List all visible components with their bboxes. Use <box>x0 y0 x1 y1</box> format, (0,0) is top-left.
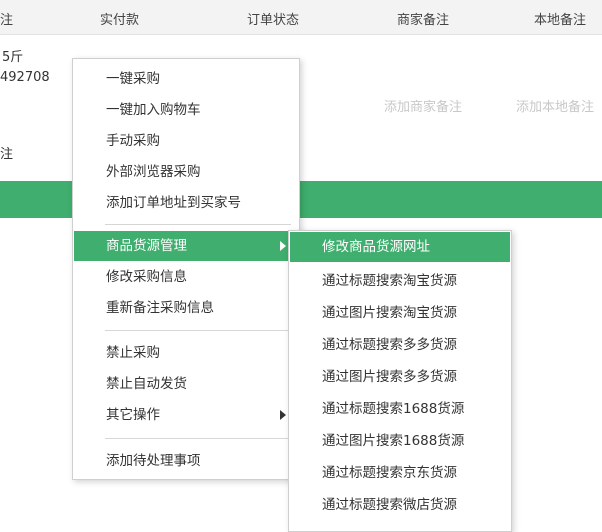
submenu-arrow-icon <box>280 241 286 251</box>
submenu-item-image-search-taobao[interactable]: 通过图片搜索淘宝货源 <box>290 298 510 328</box>
menu-separator <box>105 330 291 331</box>
menu-item-add-pending-task[interactable]: 添加待处理事项 <box>74 446 298 476</box>
menu-item-one-click-purchase[interactable]: 一键采购 <box>74 64 298 94</box>
submenu-item-image-search-duoduo[interactable]: 通过图片搜索多多货源 <box>290 362 510 392</box>
column-header-partial: 注 <box>0 13 14 28</box>
submenu-arrow-icon <box>280 410 286 420</box>
column-header-seller-note[interactable]: 商家备注 <box>397 9 449 28</box>
context-menu: 一键采购 一键加入购物车 手动采购 外部浏览器采购 添加订单地址到买家号 商品货… <box>72 58 300 480</box>
menu-item-add-to-cart[interactable]: 一键加入购物车 <box>74 95 298 125</box>
menu-item-product-source-management[interactable]: 商品货源管理 <box>74 231 298 261</box>
product-source-submenu: 修改商品货源网址 通过标题搜索淘宝货源 通过图片搜索淘宝货源 通过标题搜索多多货… <box>288 230 512 532</box>
column-header-local-note[interactable]: 本地备注 <box>534 9 586 28</box>
menu-separator <box>105 438 291 439</box>
menu-item-external-browser-purchase[interactable]: 外部浏览器采购 <box>74 157 298 187</box>
menu-item-other-operations[interactable]: 其它操作 <box>74 400 298 430</box>
submenu-item-title-search-1688[interactable]: 通过标题搜索1688货源 <box>290 394 510 424</box>
table-header: 注 实付款 订单状态 商家备注 本地备注 <box>0 0 602 35</box>
menu-item-edit-purchase-info[interactable]: 修改采购信息 <box>74 262 298 292</box>
menu-item-label: 其它操作 <box>106 407 160 423</box>
menu-item-disable-auto-ship[interactable]: 禁止自动发货 <box>74 369 298 399</box>
order-weight-text: 5斤 <box>2 50 24 65</box>
submenu-item-title-search-weidian[interactable]: 通过标题搜索微店货源 <box>290 490 510 520</box>
column-header-order-status[interactable]: 订单状态 <box>247 9 299 28</box>
menu-item-label: 商品货源管理 <box>106 238 187 254</box>
menu-item-add-address-to-buyer[interactable]: 添加订单地址到买家号 <box>74 188 298 218</box>
submenu-item-image-search-1688[interactable]: 通过图片搜索1688货源 <box>290 426 510 456</box>
column-header-paid[interactable]: 实付款 <box>100 9 139 28</box>
order-note-text: 注 <box>0 147 14 162</box>
menu-item-manual-purchase[interactable]: 手动采购 <box>74 126 298 156</box>
submenu-item-title-search-jd[interactable]: 通过标题搜索京东货源 <box>290 458 510 488</box>
menu-item-renote-purchase-info[interactable]: 重新备注采购信息 <box>74 293 298 323</box>
add-seller-note-link[interactable]: 添加商家备注 <box>384 96 462 115</box>
menu-item-disable-purchase[interactable]: 禁止采购 <box>74 338 298 368</box>
order-number-text: 492708 <box>0 70 50 85</box>
submenu-item-title-search-duoduo[interactable]: 通过标题搜索多多货源 <box>290 330 510 360</box>
menu-separator <box>105 224 291 225</box>
add-local-note-link[interactable]: 添加本地备注 <box>516 96 594 115</box>
submenu-item-edit-source-url[interactable]: 修改商品货源网址 <box>290 232 510 262</box>
submenu-item-title-search-taobao[interactable]: 通过标题搜索淘宝货源 <box>290 266 510 296</box>
